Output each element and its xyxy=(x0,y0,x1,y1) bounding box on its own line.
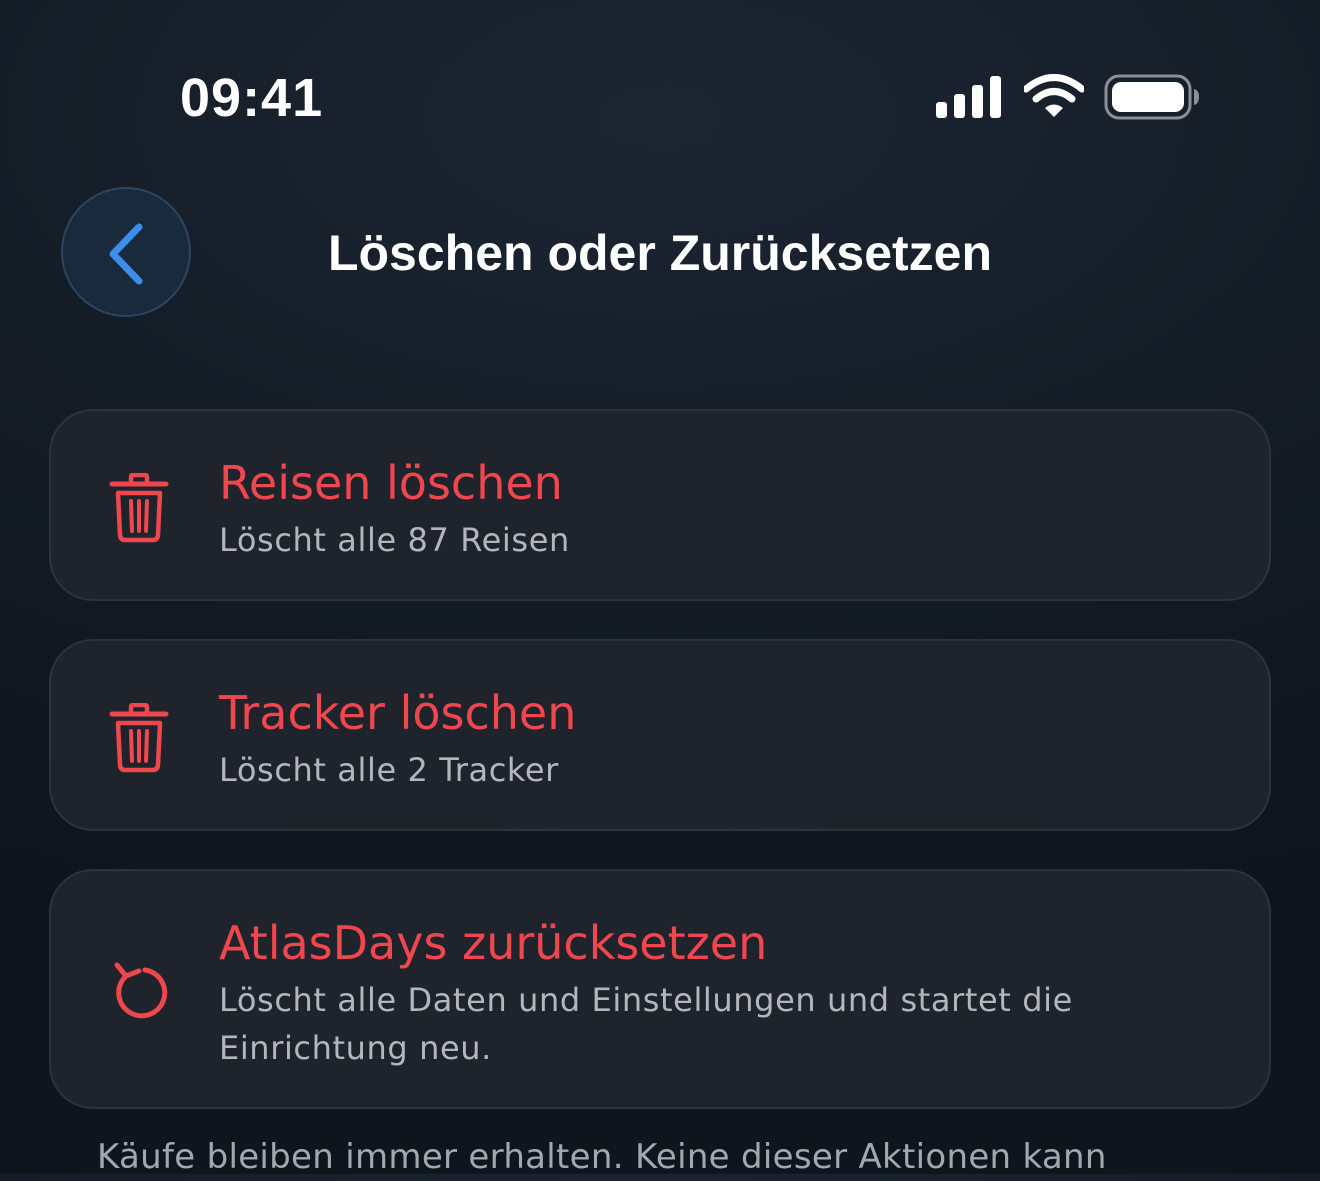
signal-icon xyxy=(936,76,1001,118)
reset-icon xyxy=(114,962,168,1019)
battery-icon xyxy=(1104,74,1199,120)
delete-trips-button[interactable]: Reisen löschen Löscht alle 87 Reisen xyxy=(49,409,1271,601)
trash-icon xyxy=(109,703,169,773)
trash-icon xyxy=(109,473,169,543)
card-title: Reisen löschen xyxy=(219,456,563,510)
wifi-icon xyxy=(1024,74,1084,117)
card-title: Tracker löschen xyxy=(219,686,577,740)
card-subtitle: Löscht alle 2 Tracker xyxy=(219,751,559,789)
page-title: Löschen oder Zurücksetzen xyxy=(327,225,993,281)
delete-trackers-button[interactable]: Tracker löschen Löscht alle 2 Tracker xyxy=(49,639,1271,831)
card-subtitle: Löscht alle 87 Reisen xyxy=(219,521,570,559)
status-bar: 09:41 xyxy=(0,0,1320,160)
reset-app-button[interactable]: AtlasDays zurücksetzen Löscht alle Daten… xyxy=(49,869,1271,1109)
status-time: 09:41 xyxy=(180,68,324,128)
card-title: AtlasDays zurücksetzen xyxy=(219,916,768,970)
card-subtitle: Löscht alle Daten und Einstellungen und … xyxy=(219,981,1073,1067)
